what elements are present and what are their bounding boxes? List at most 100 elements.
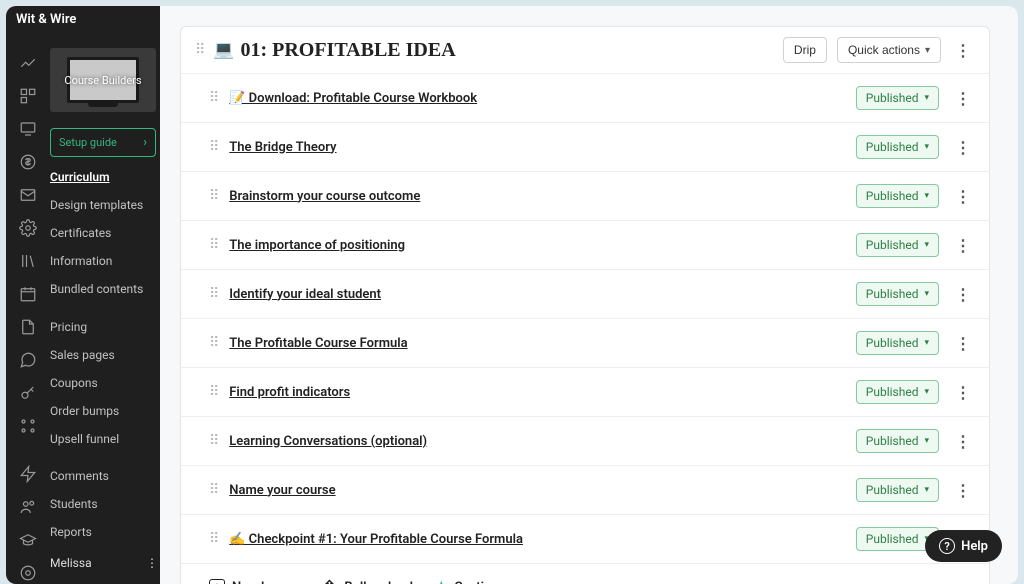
status-dropdown[interactable]: Published▾ xyxy=(856,478,939,502)
course-preview[interactable]: Course Builders xyxy=(50,48,156,112)
course-preview-label: Course Builders xyxy=(64,74,141,87)
chevron-down-icon: ▾ xyxy=(924,93,929,103)
drag-handle-icon[interactable]: ⠿ xyxy=(209,433,217,449)
status-label: Published xyxy=(866,140,919,154)
lesson-menu-button[interactable]: ⋮ xyxy=(951,432,975,451)
drag-handle-icon[interactable]: ⠿ xyxy=(209,139,217,155)
settings-icon[interactable] xyxy=(19,219,37,237)
sidebar-item-order-bumps[interactable]: Order bumps xyxy=(50,397,160,425)
drag-handle-icon[interactable]: ⠿ xyxy=(209,286,217,302)
drag-handle-icon[interactable]: ⠿ xyxy=(209,482,217,498)
help-button[interactable]: ? Help xyxy=(925,530,1002,562)
dollar-icon[interactable] xyxy=(19,153,37,171)
apps-icon[interactable] xyxy=(19,417,37,435)
section-summary-button[interactable]: ✦ Section summary xyxy=(435,578,557,584)
monitor-icon[interactable] xyxy=(19,120,37,138)
drag-handle-icon[interactable]: ⠿ xyxy=(209,237,217,253)
mail-icon[interactable] xyxy=(19,186,37,204)
sidebar-item-pricing[interactable]: Pricing xyxy=(50,313,160,341)
lesson-row: ⠿ The Profitable Course Formula Published▾… xyxy=(181,318,989,367)
upload-icon: ⇪ xyxy=(321,579,337,584)
sidebar-item-information[interactable]: Information xyxy=(50,247,160,275)
section-header: ⠿ 💻 01: PROFITABLE IDEA Drip Quick actio… xyxy=(181,27,989,73)
analytics-icon[interactable] xyxy=(19,54,37,72)
drag-handle-icon[interactable]: ⠿ xyxy=(209,335,217,351)
status-dropdown[interactable]: Published▾ xyxy=(856,429,939,453)
bulk-upload-button[interactable]: ⇪ Bulk upload xyxy=(321,579,413,584)
status-dropdown[interactable]: Published▾ xyxy=(856,86,939,110)
drag-handle-icon[interactable]: ⠿ xyxy=(209,90,217,106)
sidebar-item-design-templates[interactable]: Design templates xyxy=(50,191,160,219)
lesson-title-link[interactable]: Identify your ideal student xyxy=(229,287,844,302)
status-dropdown[interactable]: Published ▾ xyxy=(856,135,939,159)
section-card: ⠿ 💻 01: PROFITABLE IDEA Drip Quick actio… xyxy=(180,26,990,584)
lesson-row: ⠿ ✍️ Checkpoint #1: Your Profitable Cours… xyxy=(181,514,989,563)
comments-icon[interactable] xyxy=(19,351,37,369)
calendar-icon[interactable] xyxy=(19,285,37,303)
sidebar-item-sales-pages[interactable]: Sales pages xyxy=(50,341,160,369)
lesson-menu-button[interactable]: ⋮ xyxy=(951,236,975,255)
lesson-menu-button[interactable]: ⋮ xyxy=(951,383,975,402)
status-dropdown[interactable]: Published▾ xyxy=(856,233,939,257)
section-title: 💻 01: PROFITABLE IDEA xyxy=(213,39,773,62)
lesson-title-link[interactable]: 📝 Download: Profitable Course Workbook xyxy=(229,91,844,106)
lesson-menu-button[interactable]: ⋮ xyxy=(951,334,975,353)
chevron-right-icon: › xyxy=(143,135,147,150)
lesson-menu-button[interactable]: ⋮ xyxy=(951,481,975,500)
new-lesson-button[interactable]: + New lesson xyxy=(209,579,299,584)
chevron-down-icon: ▾ xyxy=(924,191,929,201)
sidebar-item-curriculum[interactable]: Curriculum xyxy=(50,163,160,191)
status-dropdown[interactable]: Published▾ xyxy=(856,184,939,208)
status-label: Published xyxy=(866,385,919,399)
sidebar-item-comments[interactable]: Comments xyxy=(50,462,160,490)
lesson-row: ⠿ Identify your ideal student Published▾ ⋮ xyxy=(181,269,989,318)
drip-button[interactable]: Drip xyxy=(783,37,827,63)
quick-actions-button[interactable]: Quick actions ▾ xyxy=(837,37,941,63)
library-icon[interactable] xyxy=(19,252,37,270)
sidebar-item-reports[interactable]: Reports xyxy=(50,518,160,546)
drag-handle-icon[interactable]: ⠿ xyxy=(195,42,203,58)
dashboard-icon[interactable] xyxy=(19,87,37,105)
page-icon[interactable] xyxy=(19,318,37,336)
key-icon[interactable] xyxy=(19,384,37,402)
status-dropdown[interactable]: Published▾ xyxy=(856,282,939,306)
lesson-title-link[interactable]: The Profitable Course Formula xyxy=(229,336,844,351)
gear2-icon[interactable] xyxy=(19,564,37,582)
lesson-menu-button[interactable]: ⋮ xyxy=(951,89,975,108)
sidebar-item-coupons[interactable]: Coupons xyxy=(50,369,160,397)
grad-icon[interactable] xyxy=(19,531,37,549)
sidebar-item-certificates[interactable]: Certificates xyxy=(50,219,160,247)
chevron-down-icon: ▾ xyxy=(924,240,929,250)
sidebar-item-bundled-contents[interactable]: Bundled contents xyxy=(50,275,160,303)
lesson-title-link[interactable]: Brainstorm your course outcome xyxy=(229,189,844,204)
drag-handle-icon[interactable]: ⠿ xyxy=(209,531,217,547)
status-dropdown[interactable]: Published▾ xyxy=(856,331,939,355)
lesson-title-link[interactable]: The Bridge Theory xyxy=(229,140,844,155)
lesson-title-link[interactable]: Name your course xyxy=(229,483,844,498)
sidebar-item-upsell-funnel[interactable]: Upsell funnel xyxy=(50,425,160,453)
sidebar-item-students[interactable]: Students xyxy=(50,490,160,518)
lesson-title-link[interactable]: Learning Conversations (optional) xyxy=(229,434,844,449)
setup-guide-button[interactable]: Setup guide › xyxy=(50,128,156,157)
lesson-menu-button[interactable]: ⋮ xyxy=(951,187,975,206)
user-menu-button[interactable]: ⋮ xyxy=(146,556,158,570)
lesson-title-link[interactable]: The importance of positioning xyxy=(229,238,844,253)
section-menu-button[interactable]: ⋮ xyxy=(951,41,975,60)
lesson-title-link[interactable]: Find profit indicators xyxy=(229,385,844,400)
section-title-text: 01: PROFITABLE IDEA xyxy=(240,39,455,62)
status-label: Published xyxy=(866,287,919,301)
chevron-down-icon: ▾ xyxy=(924,142,929,152)
lesson-menu-button[interactable]: ⋮ xyxy=(951,138,975,157)
people-icon[interactable] xyxy=(19,498,37,516)
chevron-down-icon: ▾ xyxy=(925,45,930,56)
drag-handle-icon[interactable]: ⠿ xyxy=(209,188,217,204)
chevron-down-icon: ▾ xyxy=(924,338,929,348)
bolt-icon[interactable] xyxy=(19,465,37,483)
lesson-row: ⠿ Learning Conversations (optional) Publis… xyxy=(181,416,989,465)
status-dropdown[interactable]: Published▾ xyxy=(856,380,939,404)
lesson-title-link[interactable]: ✍️ Checkpoint #1: Your Profitable Course… xyxy=(229,532,844,547)
main-content: ⠿ 💻 01: PROFITABLE IDEA Drip Quick actio… xyxy=(160,6,1018,584)
icon-rail xyxy=(6,6,50,584)
drag-handle-icon[interactable]: ⠿ xyxy=(209,384,217,400)
lesson-menu-button[interactable]: ⋮ xyxy=(951,285,975,304)
